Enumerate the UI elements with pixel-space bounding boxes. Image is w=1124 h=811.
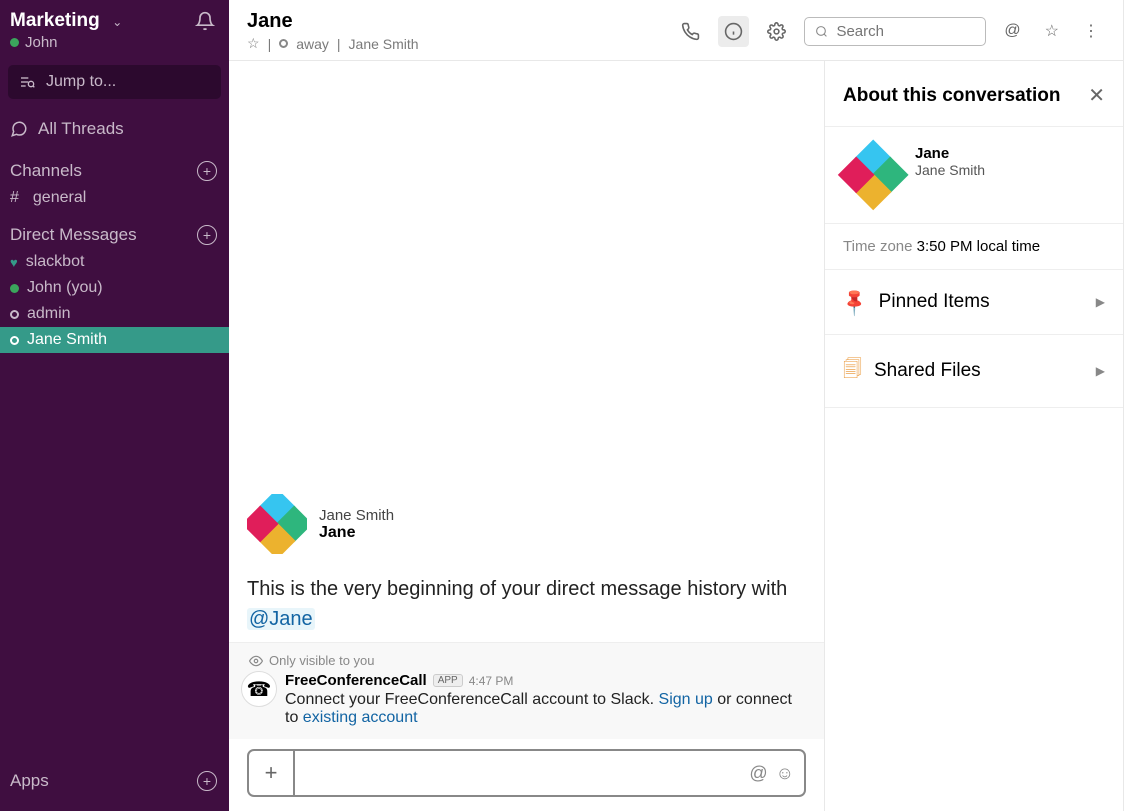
presence-away-icon — [10, 336, 19, 345]
message-body: Connect your FreeConferenceCall account … — [285, 691, 806, 727]
conversation-header: Jane ☆ | away | Jane Smith — [247, 10, 663, 52]
dm-jane[interactable]: Jane Smith — [0, 327, 229, 353]
shared-files[interactable]: 🗐 Shared Files ▶ — [825, 335, 1123, 408]
sender-name: FreeConferenceCall — [285, 672, 427, 689]
heart-icon: ♥ — [10, 255, 18, 270]
presence-active-icon — [10, 38, 19, 47]
apps-header[interactable]: Apps + — [0, 757, 229, 811]
shared-label: Shared Files — [874, 360, 981, 382]
dm-name: slackbot — [26, 253, 85, 271]
threads-icon — [10, 120, 28, 138]
dm-admin[interactable]: admin — [0, 301, 229, 327]
full-name: Jane Smith — [349, 36, 419, 52]
attach-button[interactable]: + — [249, 751, 295, 795]
call-icon[interactable] — [675, 16, 706, 47]
channel-general[interactable]: general — [0, 185, 229, 211]
jump-icon — [18, 74, 36, 90]
chevron-down-icon: ⌄ — [112, 15, 122, 29]
intro-display-name: Jane — [319, 524, 394, 542]
intro-text: This is the very beginning of your direc… — [247, 574, 806, 634]
message-composer[interactable]: + @ ☺ — [247, 749, 806, 797]
star-icon[interactable]: ☆ — [247, 35, 260, 52]
avatar — [247, 494, 307, 554]
dm-name: John (you) — [27, 279, 103, 297]
dms-header-label: Direct Messages — [10, 225, 137, 245]
search-box[interactable] — [804, 17, 986, 46]
tz-label: Time zone — [843, 238, 912, 255]
app-badge: APP — [433, 674, 463, 687]
add-dm-icon[interactable]: + — [197, 225, 217, 245]
jump-to[interactable]: Jump to... — [8, 65, 221, 99]
sidebar: Marketing ⌄ John Jump to... All Threads … — [0, 0, 229, 811]
pin-icon: 📌 — [838, 285, 872, 319]
mention-icon[interactable]: @ — [749, 763, 767, 784]
bell-icon[interactable] — [195, 11, 215, 31]
more-icon[interactable]: ⋮ — [1077, 15, 1105, 47]
details-profile[interactable]: Jane Jane Smith — [825, 127, 1123, 224]
current-user-name: John — [25, 34, 58, 51]
gear-icon[interactable] — [761, 16, 792, 47]
details-fullname: Jane Smith — [915, 162, 985, 178]
intro-full-name: Jane Smith — [319, 507, 394, 524]
message-time: 4:47 PM — [469, 674, 514, 688]
presence-active-icon — [10, 284, 19, 293]
search-icon — [815, 24, 828, 39]
message-input[interactable] — [295, 751, 739, 795]
app-avatar: ☎ — [241, 671, 277, 707]
tz-value: 3:50 PM local time — [917, 238, 1040, 255]
pinned-items[interactable]: 📌 Pinned Items ▶ — [825, 270, 1123, 335]
existing-account-link[interactable]: existing account — [303, 709, 418, 726]
chevron-right-icon: ▶ — [1096, 364, 1105, 378]
apps-header-label: Apps — [10, 771, 49, 791]
system-message: Only visible to you ☎ FreeConferenceCall… — [229, 642, 824, 739]
info-icon[interactable] — [718, 16, 749, 47]
details-title: About this conversation — [843, 85, 1060, 107]
presence-away-icon — [10, 310, 19, 319]
workspace-name: Marketing — [10, 10, 100, 31]
mention[interactable]: @Jane — [247, 608, 315, 630]
presence-away-icon — [279, 39, 288, 48]
channels-header[interactable]: Channels + — [0, 147, 229, 185]
add-channel-icon[interactable]: + — [197, 161, 217, 181]
eye-icon — [249, 654, 263, 668]
avatar — [843, 145, 903, 205]
current-user[interactable]: John — [0, 34, 229, 61]
star-list-icon[interactable]: ☆ — [1039, 15, 1065, 47]
chat-column: Jane Smith Jane This is the very beginni… — [229, 61, 824, 811]
threads-label: All Threads — [38, 119, 124, 139]
all-threads[interactable]: All Threads — [0, 111, 229, 147]
chevron-right-icon: ▶ — [1096, 295, 1105, 309]
main-column: Jane ☆ | away | Jane Smith @ ☆ ⋮ — [229, 0, 1124, 811]
emoji-icon[interactable]: ☺ — [776, 763, 794, 784]
file-icon: 🗐 — [843, 355, 862, 387]
add-app-icon[interactable]: + — [197, 771, 217, 791]
mentions-icon[interactable]: @ — [998, 16, 1026, 46]
conversation-title: Jane — [247, 10, 663, 33]
dm-slackbot[interactable]: ♥ slackbot — [0, 249, 229, 275]
dms-header[interactable]: Direct Messages + — [0, 211, 229, 249]
details-panel: About this conversation ✕ Jane Jane Smit… — [824, 61, 1123, 811]
dm-john[interactable]: John (you) — [0, 275, 229, 301]
search-input[interactable] — [836, 23, 975, 40]
workspace-header[interactable]: Marketing ⌄ — [0, 7, 229, 34]
signup-link[interactable]: Sign up — [659, 691, 713, 708]
timezone-row: Time zone 3:50 PM local time — [825, 224, 1123, 270]
status-text: away — [296, 36, 329, 52]
close-icon[interactable]: ✕ — [1088, 83, 1105, 108]
channels-header-label: Channels — [10, 161, 82, 181]
channel-name: general — [33, 189, 86, 207]
dm-name: Jane Smith — [27, 331, 107, 349]
topbar: Jane ☆ | away | Jane Smith @ ☆ ⋮ — [229, 0, 1123, 61]
dm-name: admin — [27, 305, 71, 323]
jump-label: Jump to... — [46, 73, 116, 91]
pinned-label: Pinned Items — [879, 291, 990, 313]
details-name: Jane — [915, 145, 985, 162]
only-visible-label: Only visible to you — [249, 653, 806, 668]
dm-intro: Jane Smith Jane This is the very beginni… — [229, 494, 824, 642]
